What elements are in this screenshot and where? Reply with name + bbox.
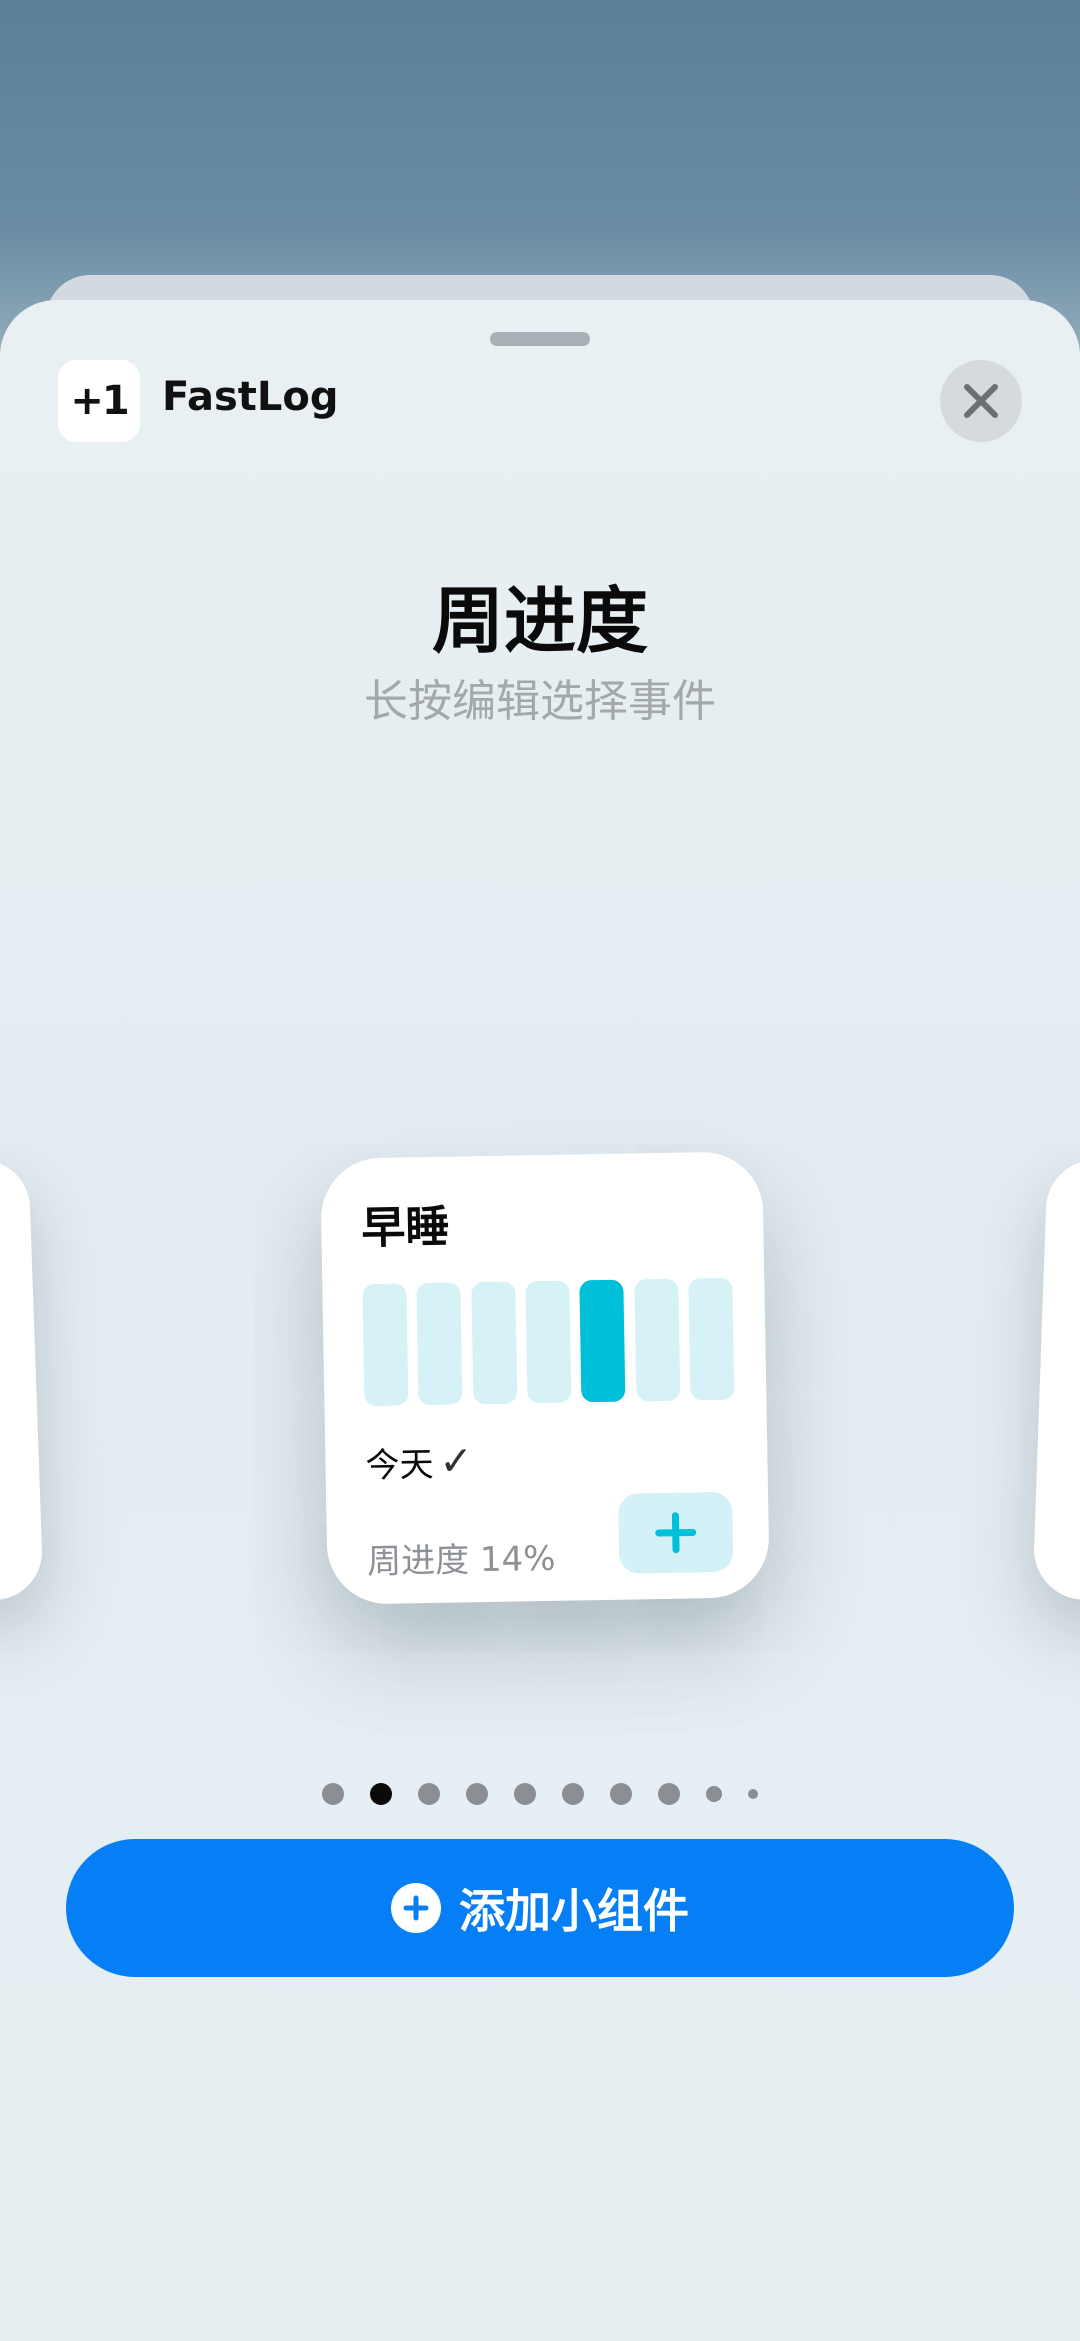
plus-icon bbox=[655, 1512, 697, 1554]
today-status: 今天 ✓ bbox=[365, 1436, 473, 1487]
day-bar-7 bbox=[688, 1277, 735, 1401]
page-dot[interactable] bbox=[322, 1783, 344, 1805]
day-bar-4 bbox=[525, 1280, 572, 1404]
close-icon bbox=[964, 384, 998, 418]
page-dot[interactable] bbox=[658, 1783, 680, 1805]
widget-event-title: 早睡 bbox=[360, 1201, 450, 1255]
day-bar-3 bbox=[470, 1281, 518, 1405]
day-bar-2 bbox=[416, 1282, 463, 1406]
previous-widget-preview[interactable] bbox=[0, 1158, 44, 1602]
app-name: FastLog bbox=[162, 374, 339, 420]
plus-circle-icon bbox=[391, 1883, 441, 1933]
week-progress-label: 周进度 14% bbox=[366, 1538, 556, 1583]
app-icon: +1 bbox=[58, 360, 140, 442]
page-dot[interactable] bbox=[370, 1783, 392, 1805]
close-button[interactable] bbox=[940, 360, 1022, 442]
page-dot[interactable] bbox=[514, 1783, 536, 1805]
check-icon: ✓ bbox=[439, 1437, 474, 1485]
widget-gallery-sheet: +1 FastLog 周进度 长按编辑选择事件 早睡 今天 ✓ 周进度 14% bbox=[0, 300, 1080, 2341]
page-dot[interactable] bbox=[562, 1783, 584, 1805]
widget-subtitle: 长按编辑选择事件 bbox=[364, 676, 716, 727]
day-bar-6 bbox=[633, 1278, 681, 1402]
today-label: 今天 bbox=[365, 1444, 434, 1487]
page-dot[interactable] bbox=[466, 1783, 488, 1805]
add-widget-button[interactable]: 添加小组件 bbox=[66, 1839, 1014, 1977]
day-bar-1 bbox=[362, 1283, 409, 1407]
widget-preview[interactable]: 早睡 今天 ✓ 周进度 14% bbox=[320, 1151, 770, 1605]
page-dot[interactable] bbox=[610, 1783, 632, 1805]
page-dot[interactable] bbox=[706, 1786, 722, 1802]
log-add-button[interactable] bbox=[618, 1491, 734, 1574]
day-bar-5 bbox=[579, 1279, 626, 1403]
page-dot[interactable] bbox=[748, 1789, 758, 1799]
page-dot[interactable] bbox=[418, 1783, 440, 1805]
page-indicator[interactable] bbox=[0, 1779, 1080, 1809]
widget-title: 周进度 bbox=[431, 579, 648, 663]
next-widget-preview[interactable] bbox=[1032, 1158, 1080, 1602]
week-progress-bars bbox=[362, 1277, 735, 1407]
add-widget-label: 添加小组件 bbox=[459, 1884, 689, 1938]
sheet-grabber[interactable] bbox=[490, 332, 590, 346]
